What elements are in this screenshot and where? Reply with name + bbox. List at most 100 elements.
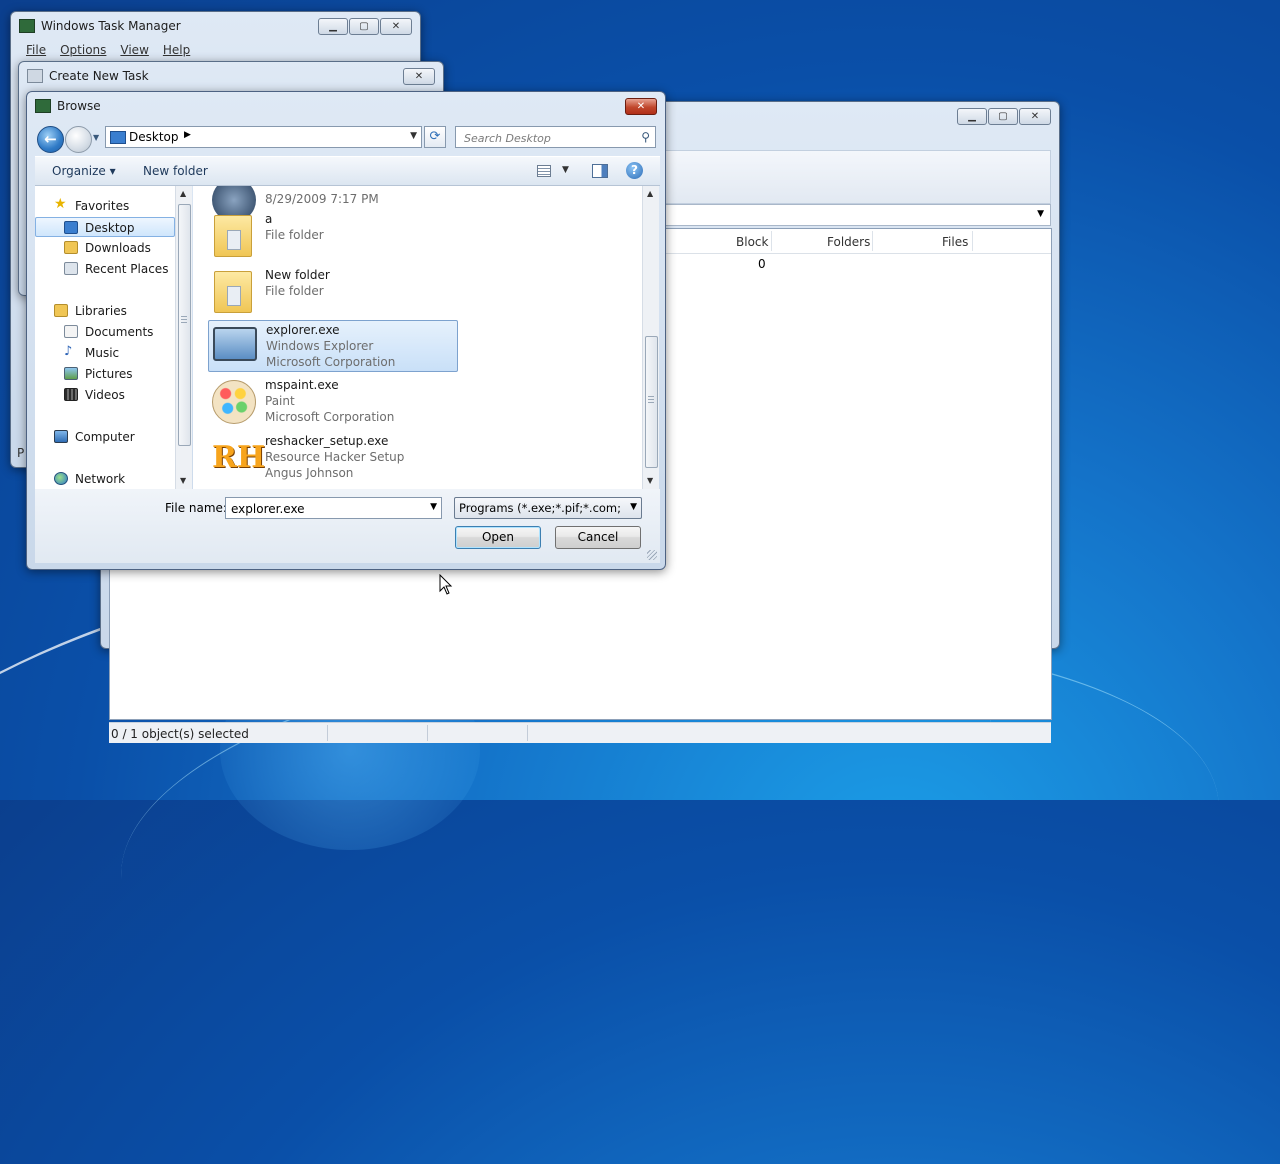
scroll-up-icon[interactable]: ▲ xyxy=(180,189,186,198)
menu-help[interactable]: Help xyxy=(163,43,190,57)
navigation-scrollbar[interactable]: ▲ ▼ xyxy=(175,186,192,489)
item-name: New folder xyxy=(265,268,330,282)
list-item[interactable]: RH reshacker_setup.exe Resource Hacker S… xyxy=(208,432,458,484)
search-input[interactable] xyxy=(462,128,636,148)
item-description: Windows Explorer xyxy=(266,339,374,353)
nav-item-favorites[interactable]: ★ Favorites xyxy=(35,196,175,216)
menu-options[interactable]: Options xyxy=(60,43,106,57)
chevron-down-icon[interactable]: ▼ xyxy=(430,502,437,512)
task-manager-titlebar[interactable]: Windows Task Manager ▁ ▢ ✕ xyxy=(11,12,420,40)
close-icon[interactable]: ✕ xyxy=(625,98,657,115)
navigation-pane: ★ Favorites Desktop Downloads Recent Pla… xyxy=(35,186,184,489)
preview-pane-icon[interactable] xyxy=(592,164,608,178)
star-icon: ★ xyxy=(54,196,67,212)
item-description: Paint xyxy=(265,394,295,408)
chevron-down-icon[interactable]: ▼ xyxy=(1037,209,1044,219)
resize-grip-icon[interactable] xyxy=(647,550,657,560)
nav-item-videos[interactable]: Videos xyxy=(35,385,175,405)
chevron-down-icon[interactable]: ▼ xyxy=(410,131,417,141)
item-company: Angus Johnson xyxy=(265,466,354,480)
menu-file[interactable]: File xyxy=(26,43,46,57)
folder-icon xyxy=(214,215,252,257)
nav-item-music[interactable]: ♪ Music xyxy=(35,343,175,363)
back-arrow-icon[interactable]: ← xyxy=(37,126,64,153)
videos-icon xyxy=(64,388,78,401)
minimize-icon[interactable]: ▁ xyxy=(318,18,348,35)
maximize-icon[interactable]: ▢ xyxy=(349,18,379,35)
item-name: a xyxy=(265,212,273,226)
scroll-down-icon[interactable]: ▼ xyxy=(647,476,653,485)
nav-item-label: Documents xyxy=(85,325,154,339)
browse-title: Browse xyxy=(57,99,101,113)
nav-item-label: Computer xyxy=(75,430,135,444)
scrollbar-thumb[interactable] xyxy=(178,204,191,446)
list-item-selected[interactable]: explorer.exe Windows Explorer Microsoft … xyxy=(208,320,458,372)
new-folder-button[interactable]: New folder xyxy=(143,164,208,178)
pictures-icon xyxy=(64,367,78,380)
nav-item-computer[interactable]: Computer xyxy=(35,427,175,447)
address-bar[interactable]: Desktop ▶ ▼ xyxy=(105,126,422,148)
navigation-bar: ← ▼ Desktop ▶ ▼ ⟳ ⚲ xyxy=(35,125,660,153)
organize-button[interactable]: Organize ▾ xyxy=(52,164,116,178)
nav-item-label: Desktop xyxy=(85,221,135,235)
task-manager-menubar: File Options View Help xyxy=(26,43,190,57)
address-location[interactable]: Desktop xyxy=(129,130,179,144)
item-company: Microsoft Corporation xyxy=(265,410,395,424)
close-icon[interactable]: ✕ xyxy=(380,18,412,35)
downloads-icon xyxy=(64,241,78,254)
documents-icon xyxy=(64,325,78,338)
desktop-icon xyxy=(110,131,126,144)
menu-view[interactable]: View xyxy=(120,43,148,57)
close-icon[interactable]: ✕ xyxy=(1019,108,1051,125)
nav-item-libraries[interactable]: Libraries xyxy=(35,301,175,321)
cancel-button[interactable]: Cancel xyxy=(555,526,641,549)
view-options-icon[interactable] xyxy=(537,165,551,177)
forward-arrow-icon[interactable] xyxy=(65,126,92,153)
file-name-input[interactable] xyxy=(229,499,423,519)
create-task-titlebar[interactable]: Create New Task ✕ xyxy=(19,62,443,90)
item-company: Microsoft Corporation xyxy=(266,355,396,369)
minimize-icon[interactable]: ▁ xyxy=(957,108,987,125)
background-address-combo[interactable]: ▼ xyxy=(661,204,1051,226)
chevron-down-icon[interactable]: ▼ xyxy=(630,502,637,512)
search-box[interactable]: ⚲ xyxy=(455,126,656,148)
dialog-footer: File name: ▼ Programs (*.exe;*.pif;*.com… xyxy=(35,489,660,563)
item-name: mspaint.exe xyxy=(265,378,339,392)
nav-item-desktop[interactable]: Desktop xyxy=(35,217,175,237)
column-files[interactable]: Files xyxy=(942,235,968,249)
list-item[interactable]: New folder File folder xyxy=(208,266,458,318)
browse-titlebar[interactable]: Browse ✕ xyxy=(27,92,665,120)
item-description: Resource Hacker Setup xyxy=(265,450,405,464)
nav-item-label: Libraries xyxy=(75,304,127,318)
recent-locations-chevron-icon[interactable]: ▼ xyxy=(93,133,99,142)
browse-dialog: Browse ✕ ← ▼ Desktop ▶ ▼ ⟳ ⚲ Organize ▾ … xyxy=(26,91,666,570)
nav-item-recent-places[interactable]: Recent Places xyxy=(35,259,175,279)
scroll-down-icon[interactable]: ▼ xyxy=(180,476,186,485)
nav-item-label: Recent Places xyxy=(85,262,169,276)
help-icon[interactable]: ? xyxy=(626,162,643,179)
refresh-icon[interactable]: ⟳ xyxy=(424,126,446,148)
breadcrumb-arrow-icon[interactable]: ▶ xyxy=(184,130,191,140)
nav-item-documents[interactable]: Documents xyxy=(35,322,175,342)
nav-item-pictures[interactable]: Pictures xyxy=(35,364,175,384)
nav-item-downloads[interactable]: Downloads xyxy=(35,238,175,258)
open-button[interactable]: Open xyxy=(455,526,541,549)
create-task-icon xyxy=(27,69,43,83)
file-type-select[interactable]: Programs (*.exe;*.pif;*.com;*.bat;*.cmd)… xyxy=(454,497,642,519)
column-block[interactable]: Block xyxy=(736,235,768,249)
file-name-combo[interactable]: ▼ xyxy=(225,497,442,519)
scroll-up-icon[interactable]: ▲ xyxy=(647,189,653,198)
libraries-icon xyxy=(54,304,68,317)
create-task-title: Create New Task xyxy=(49,69,149,83)
list-item[interactable]: a File folder xyxy=(208,210,458,262)
search-icon[interactable]: ⚲ xyxy=(641,130,650,144)
chevron-down-icon[interactable]: ▼ xyxy=(562,165,569,175)
list-item[interactable]: mspaint.exe Paint Microsoft Corporation xyxy=(208,376,458,428)
maximize-icon[interactable]: ▢ xyxy=(988,108,1018,125)
computer-icon xyxy=(54,430,68,443)
nav-item-network[interactable]: Network xyxy=(35,469,175,489)
close-icon[interactable]: ✕ xyxy=(403,68,435,85)
file-list: 8/29/2009 7:17 PM a File folder New fold… xyxy=(193,186,642,489)
column-folders[interactable]: Folders xyxy=(827,235,870,249)
file-list-scrollbar[interactable]: ▲ ▼ xyxy=(642,186,659,489)
